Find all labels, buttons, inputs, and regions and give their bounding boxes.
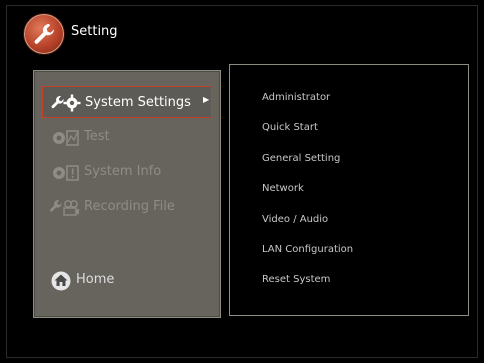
submenu-item-administrator[interactable]: Administrator: [262, 92, 330, 103]
wrench-icon: [24, 14, 64, 54]
chevron-right-icon: ▶: [203, 95, 210, 104]
menu-item-label: Home: [76, 272, 115, 287]
submenu-item-quick-start[interactable]: Quick Start: [262, 122, 318, 133]
page-title: Setting: [71, 24, 118, 39]
gear-info-icon: [50, 162, 80, 184]
gear-chart-icon: [50, 127, 80, 149]
wrench-gear-icon: [51, 93, 81, 115]
submenu-item-video-audio[interactable]: Video / Audio: [262, 214, 328, 225]
menu-item-label: Test: [84, 129, 110, 144]
submenu-item-general-setting[interactable]: General Setting: [262, 153, 340, 164]
settings-screen: Setting System Settings ▶ Test System In…: [6, 5, 478, 358]
submenu-item-reset-system[interactable]: Reset System: [262, 274, 330, 285]
submenu-panel: Administrator Quick Start General Settin…: [229, 64, 469, 316]
submenu-item-lan-configuration[interactable]: LAN Configuration: [262, 244, 353, 255]
wrench-video-icon: [50, 197, 80, 219]
menu-item-label: System Info: [84, 164, 162, 179]
menu-item-label: System Settings: [85, 95, 191, 110]
submenu-item-network[interactable]: Network: [262, 183, 304, 194]
menu-item-recording-file[interactable]: Recording File: [42, 191, 212, 223]
menu-item-label: Recording File: [84, 199, 175, 214]
main-menu-panel: System Settings ▶ Test System Info Recor…: [33, 70, 221, 318]
menu-item-home[interactable]: Home: [42, 264, 212, 296]
menu-item-system-info[interactable]: System Info: [42, 156, 212, 188]
menu-item-test[interactable]: Test: [42, 121, 212, 153]
menu-item-system-settings[interactable]: System Settings ▶: [42, 86, 212, 118]
